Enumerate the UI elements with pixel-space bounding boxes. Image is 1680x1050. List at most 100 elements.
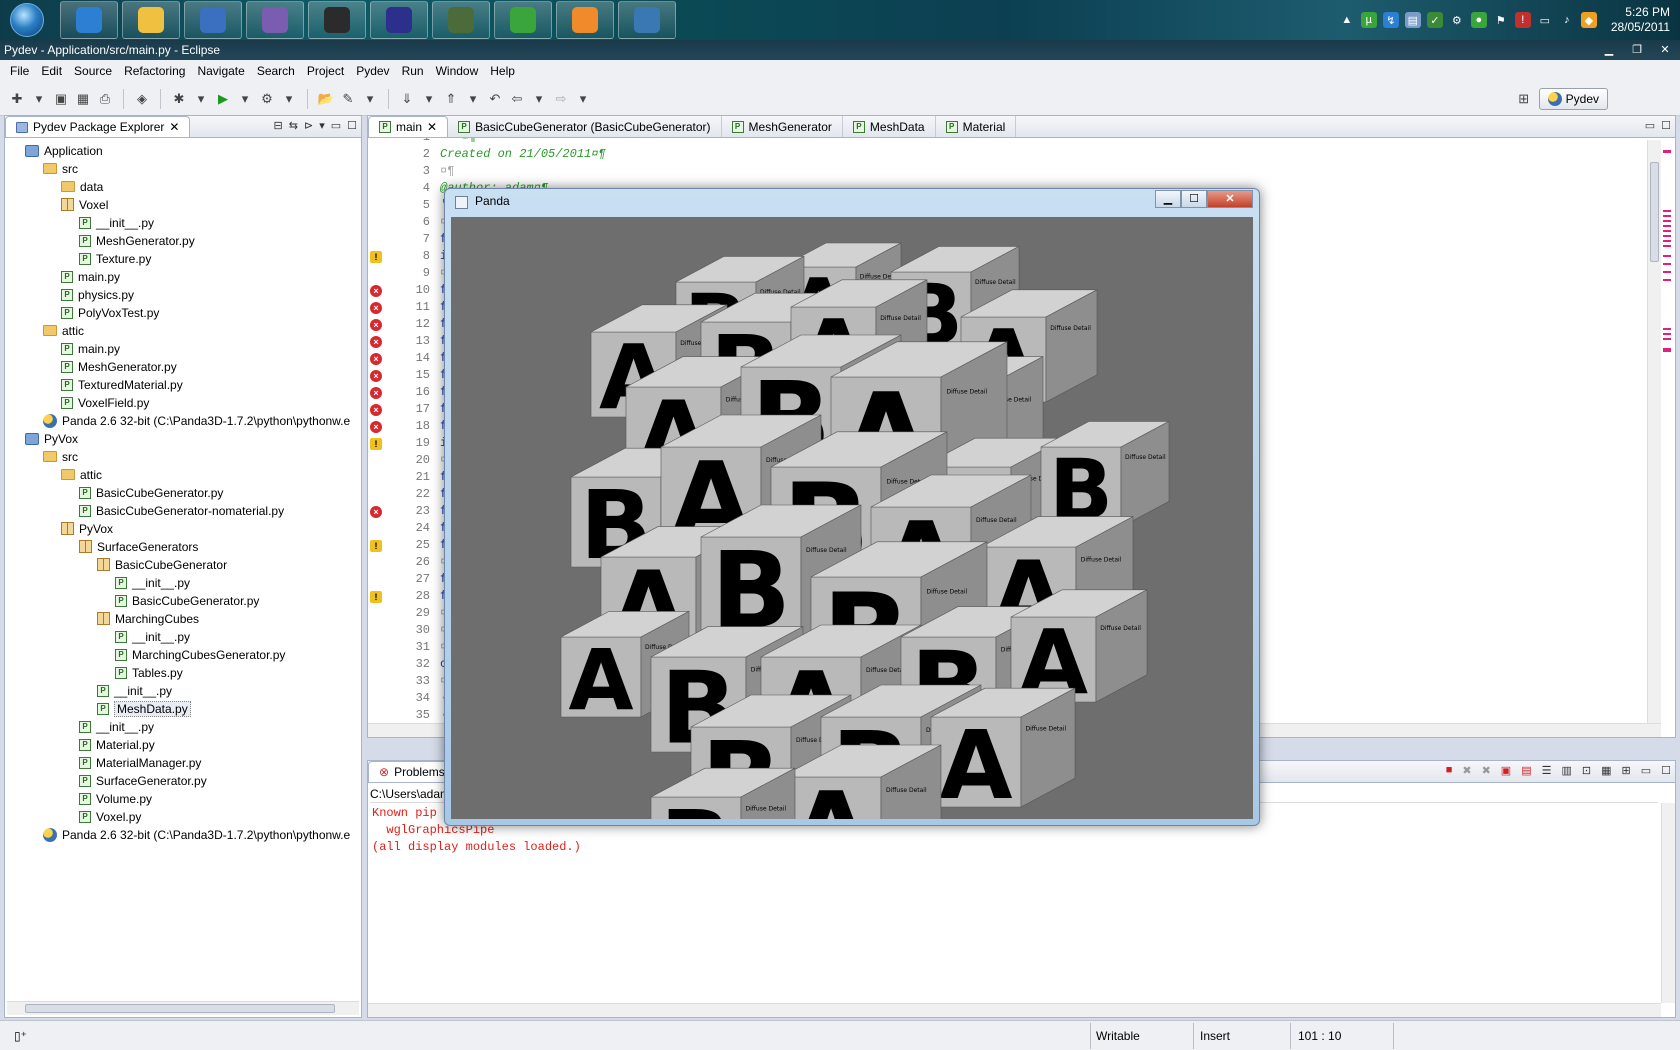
- taskbar-button[interactable]: [60, 1, 118, 39]
- dropdown-icon[interactable]: ▾: [236, 90, 254, 108]
- open-console-icon[interactable]: ⊞: [1622, 764, 1631, 777]
- maximize-button[interactable]: ☐: [1181, 190, 1207, 208]
- perspective-button[interactable]: Pydev: [1538, 88, 1608, 110]
- minimize-icon[interactable]: ▭: [1645, 119, 1655, 132]
- fast-view-icon[interactable]: ▯⁺: [14, 1029, 27, 1043]
- tree-item[interactable]: MarchingCubes: [97, 610, 199, 627]
- dropdown-icon[interactable]: ▾: [192, 90, 210, 108]
- tree-item[interactable]: P VoxelField.py: [61, 394, 149, 411]
- menu-item[interactable]: Run: [396, 64, 430, 78]
- overview-ruler[interactable]: [1663, 140, 1673, 740]
- menu-item[interactable]: Project: [301, 64, 350, 78]
- tree-item[interactable]: P BasicCubeGenerator.py: [115, 592, 259, 609]
- close-icon[interactable]: ✕: [169, 120, 179, 134]
- explorer-horizontal-scrollbar[interactable]: [7, 1001, 359, 1015]
- minimize-button[interactable]: ▁: [1155, 190, 1181, 208]
- editor-tab[interactable]: P Material: [936, 116, 1017, 137]
- device-tray-icon[interactable]: ▤: [1404, 12, 1421, 28]
- tree-item[interactable]: attic: [43, 322, 84, 339]
- filter-icon[interactable]: ⊳: [304, 119, 313, 132]
- taskbar-button[interactable]: [370, 1, 428, 39]
- tree-item[interactable]: P Voxel.py: [79, 808, 141, 825]
- menu-item[interactable]: Window: [430, 64, 485, 78]
- tree-item[interactable]: Pmain.py: [61, 268, 120, 285]
- menu-item[interactable]: Help: [484, 64, 521, 78]
- scroll-lock-icon[interactable]: ▤: [1521, 764, 1531, 777]
- tree-item[interactable]: P PolyVoxTest.py: [61, 304, 159, 321]
- editor-tab[interactable]: P BasicCubeGenerator (BasicCubeGenerator): [448, 116, 722, 137]
- panda-window[interactable]: Panda ▁ ☐ ✕ ADiffuse DetailBDiffuse Deta…: [444, 188, 1260, 826]
- shield-tray-icon[interactable]: ◆: [1580, 12, 1597, 28]
- menu-item[interactable]: Navigate: [191, 64, 250, 78]
- editor-vertical-scrollbar[interactable]: [1647, 140, 1661, 730]
- tree-item[interactable]: PyVox: [25, 430, 78, 447]
- show-on-output-icon[interactable]: ▥: [1561, 764, 1571, 777]
- tree-item[interactable]: Panda 2.6 32-bit (C:\Panda3D-1.7.2\pytho…: [43, 412, 350, 429]
- tree-item[interactable]: P Texture.py: [79, 250, 151, 267]
- tree-item[interactable]: P __init__.py: [115, 628, 190, 645]
- new-icon[interactable]: ✚: [8, 90, 26, 108]
- external-tools-icon[interactable]: ⚙: [258, 90, 276, 108]
- volume-icon[interactable]: ♪: [1559, 12, 1575, 28]
- check-tray-icon[interactable]: ✓: [1426, 12, 1443, 28]
- tree-item[interactable]: P BasicCubeGenerator-nomaterial.py: [79, 502, 284, 519]
- tree-item[interactable]: P MeshGenerator.py: [79, 232, 195, 249]
- open-folder-icon[interactable]: 📂: [317, 90, 335, 108]
- open-type-icon[interactable]: ◈: [133, 90, 151, 108]
- tree-item[interactable]: Application: [25, 142, 103, 159]
- tree-item[interactable]: P Tables.py: [115, 664, 183, 681]
- tab-problems[interactable]: ⊗ Problems: [368, 761, 456, 782]
- taskbar-button[interactable]: [246, 1, 304, 39]
- menu-item[interactable]: Edit: [35, 64, 68, 78]
- start-button[interactable]: [2, 0, 52, 40]
- menu-item[interactable]: File: [4, 64, 35, 78]
- link-editor-icon[interactable]: ⇆: [289, 119, 298, 132]
- dropdown-icon[interactable]: ▾: [530, 90, 548, 108]
- taskbar-button[interactable]: [184, 1, 242, 39]
- display-console-icon[interactable]: ▦: [1601, 764, 1611, 777]
- open-perspective-icon[interactable]: ⊞: [1515, 90, 1533, 108]
- save-all-icon[interactable]: ▦: [74, 90, 92, 108]
- tree-item[interactable]: data: [61, 178, 103, 195]
- console-horizontal-scrollbar[interactable]: [368, 1003, 1661, 1017]
- utorrent-tray-icon[interactable]: µ: [1360, 12, 1377, 28]
- menu-item[interactable]: Pydev: [350, 64, 395, 78]
- render-viewport[interactable]: ADiffuse DetailBDiffuse DetailBDiffuse D…: [451, 217, 1253, 819]
- restore-button[interactable]: ❐: [1626, 42, 1648, 58]
- close-button[interactable]: ✕: [1207, 190, 1253, 208]
- tree-item[interactable]: BasicCubeGenerator: [97, 556, 227, 573]
- tree-item[interactable]: P MarchingCubesGenerator.py: [115, 646, 285, 663]
- maximize-icon[interactable]: ☐: [347, 119, 357, 132]
- remove-launch-icon[interactable]: ✖: [1462, 764, 1471, 777]
- console-vertical-scrollbar[interactable]: [1661, 803, 1675, 1003]
- taskbar-button[interactable]: [432, 1, 490, 39]
- tree-item[interactable]: Pphysics.py: [61, 286, 134, 303]
- view-menu-icon[interactable]: ▾: [319, 119, 325, 132]
- tree-item[interactable]: P __init__.py: [79, 214, 154, 231]
- steam-tray-icon[interactable]: ⚙: [1449, 12, 1465, 28]
- menu-item[interactable]: Refactoring: [118, 64, 191, 78]
- tree-item[interactable]: Pmain.py: [61, 340, 120, 357]
- collapse-all-icon[interactable]: ⊟: [274, 119, 283, 132]
- tree-item[interactable]: Panda 2.6 32-bit (C:\Panda3D-1.7.2\pytho…: [43, 826, 350, 843]
- tree-item[interactable]: P BasicCubeGenerator.py: [79, 484, 223, 501]
- chevron-up-icon[interactable]: ▲: [1339, 12, 1355, 28]
- close-button[interactable]: ✕: [1654, 42, 1676, 58]
- status-tray-icon[interactable]: ●: [1470, 12, 1487, 28]
- clear-console-icon[interactable]: ▣: [1501, 764, 1511, 777]
- tree-item[interactable]: Voxel: [61, 196, 108, 213]
- editor-tab[interactable]: P MeshGenerator: [722, 116, 843, 137]
- editor-tab[interactable]: P MeshData: [843, 116, 936, 137]
- minimize-icon[interactable]: ▭: [1641, 764, 1651, 777]
- dropdown-icon[interactable]: ▾: [30, 90, 48, 108]
- maximize-icon[interactable]: ☐: [1661, 764, 1671, 777]
- taskbar-button[interactable]: [122, 1, 180, 39]
- print-icon[interactable]: ⎙: [96, 90, 114, 108]
- dropdown-icon[interactable]: ▾: [361, 90, 379, 108]
- word-wrap-icon[interactable]: ☰: [1542, 764, 1552, 777]
- tree-item[interactable]: P TexturedMaterial.py: [61, 376, 183, 393]
- taskbar-button[interactable]: [494, 1, 552, 39]
- dropdown-icon[interactable]: ▾: [574, 90, 592, 108]
- taskbar-button[interactable]: [308, 1, 366, 39]
- tab-package-explorer[interactable]: Pydev Package Explorer ✕: [5, 116, 191, 137]
